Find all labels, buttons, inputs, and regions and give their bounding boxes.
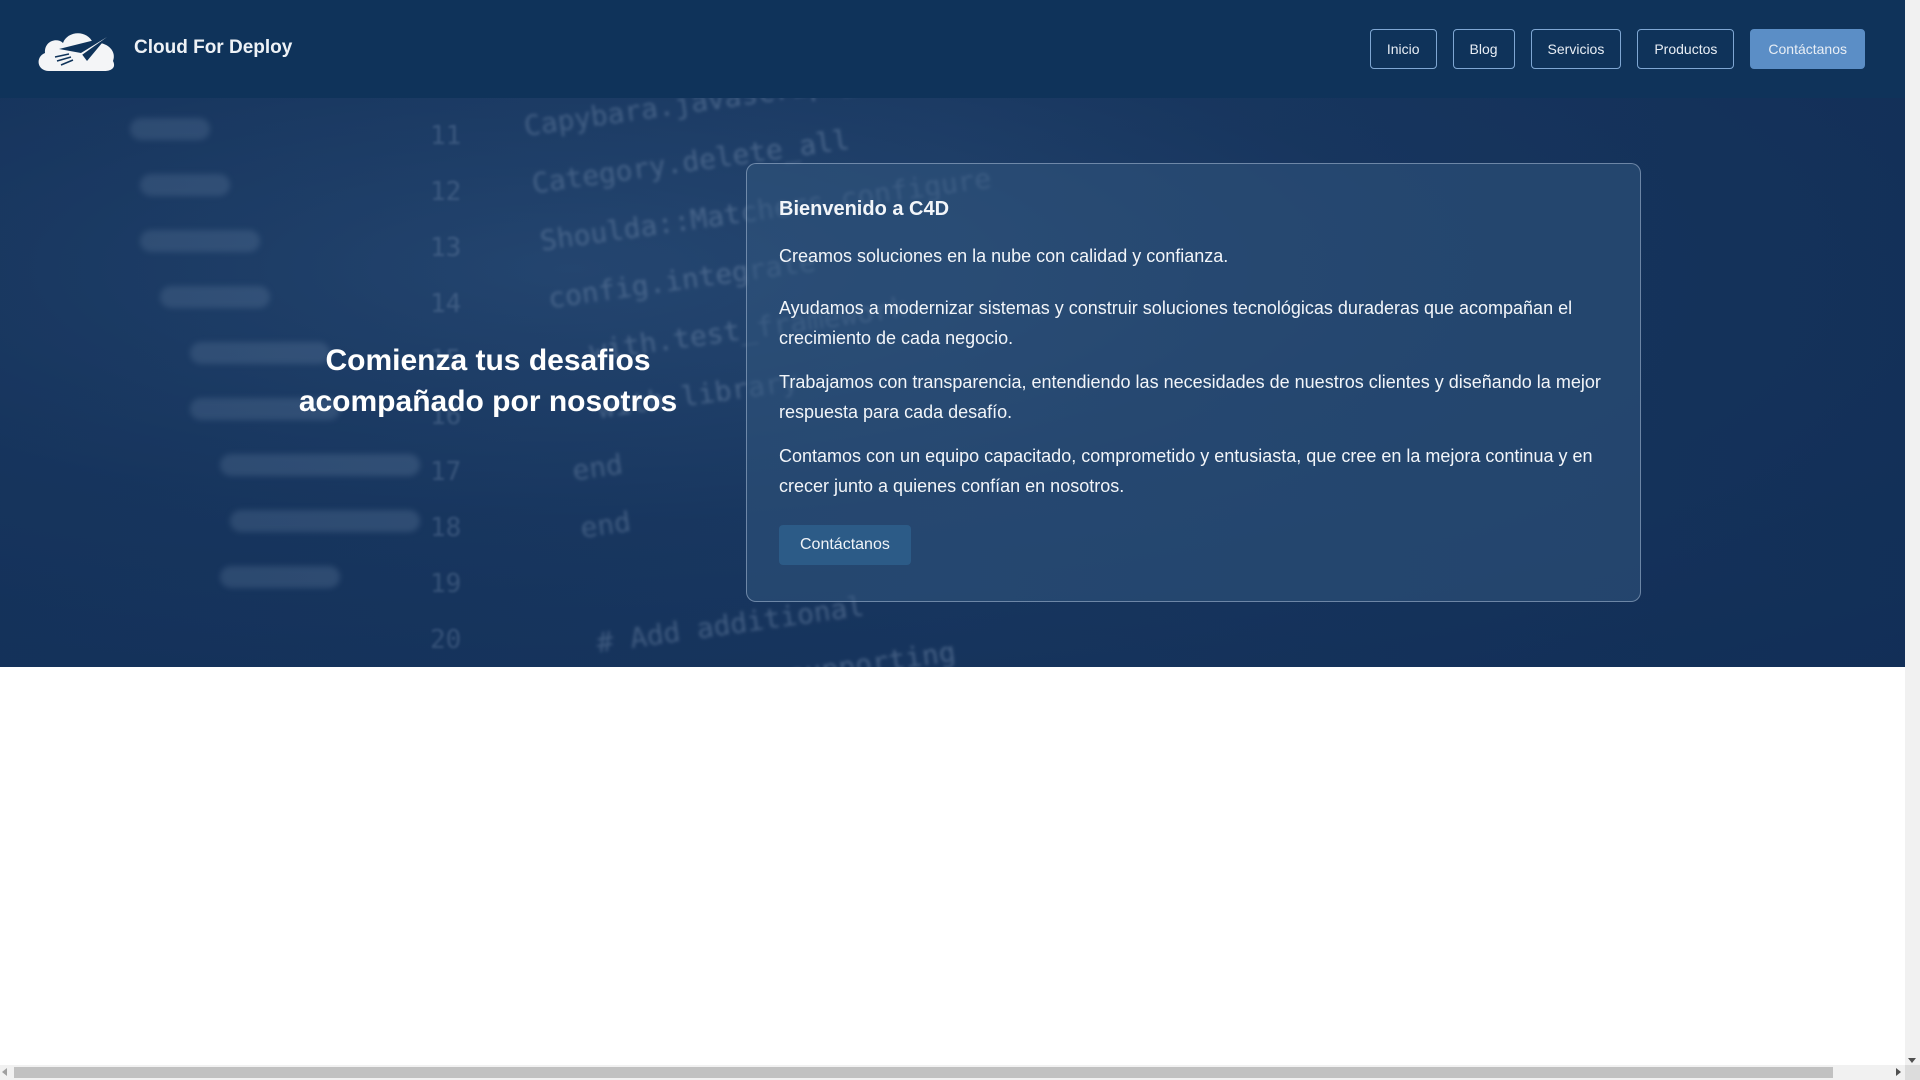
nav-inicio[interactable]: Inicio [1369,29,1437,69]
hero-title-line: Comienza tus desafios [325,344,651,377]
main-nav: Inicio Blog Servicios Productos Contácta… [1369,29,1865,69]
scroll-left-arrow-icon[interactable] [2,1068,7,1076]
brand-name[interactable]: Cloud For Deploy [134,37,292,59]
scroll-right-arrow-icon[interactable] [1896,1068,1901,1076]
horizontal-scrollbar[interactable] [0,1065,1905,1080]
hero-title: Comienza tus desafios acompañado por noso… [248,340,728,422]
scrollbar-corner [1905,1065,1920,1080]
card-paragraph: Contamos con un equipo capacitado, compr… [779,446,1593,496]
card-paragraph: Creamos soluciones en la nube con calida… [779,246,1229,266]
nav-productos[interactable]: Productos [1637,29,1735,69]
card-title: Bienvenido a C4D [779,198,950,220]
hero-title-line: acompañado por nosotros [298,385,678,418]
nav-contactanos-button[interactable]: Contáctanos [1750,29,1865,69]
welcome-card: Bienvenido a C4D Creamos soluciones en l… [746,163,1641,602]
nav-blog[interactable]: Blog [1452,29,1515,69]
vertical-scrollbar[interactable] [1905,0,1920,1065]
card-paragraph: Ayudamos a modernizar sistemas y constru… [779,298,1573,348]
site-header: Cloud For Deploy Inicio Blog Servicios P… [0,0,1905,98]
nav-servicios[interactable]: Servicios [1530,29,1622,69]
contact-button[interactable]: Contáctanos [779,525,911,565]
cloud-paper-plane-logo-icon[interactable] [35,27,117,73]
scroll-down-arrow-icon[interactable] [1908,1058,1916,1063]
hero-section: 11 12 13 14 15 16 17 18 19 20 Capybara.j… [0,98,1905,667]
horizontal-scrollbar-thumb[interactable] [14,1067,1833,1078]
card-paragraph: Trabajamos con transparencia, entendiend… [779,372,1601,422]
